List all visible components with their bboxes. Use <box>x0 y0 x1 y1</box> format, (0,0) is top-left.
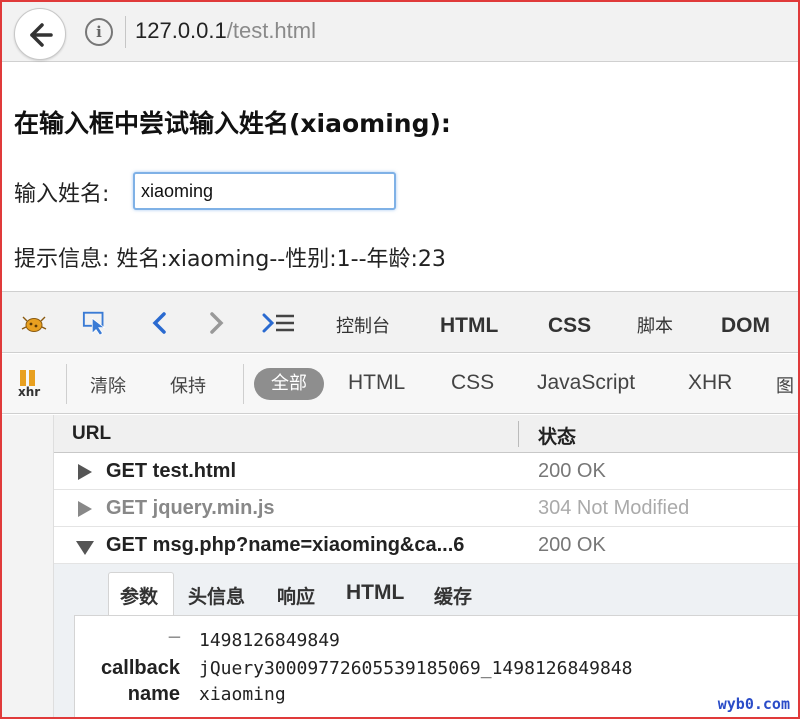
firebug-bug-icon[interactable] <box>20 310 48 336</box>
column-divider[interactable] <box>518 421 519 447</box>
name-input-label: 输入姓名: <box>14 182 110 207</box>
name-input[interactable] <box>133 172 396 210</box>
address-bar: i 127.0.0.1/test.html <box>2 2 798 62</box>
site-info-icon[interactable]: i <box>85 18 113 46</box>
url-host: 127.0.0.1 <box>135 18 227 43</box>
request-row-expanded[interactable]: GET msg.php?name=xiaoming&ca...6 200 OK <box>54 527 798 564</box>
request-status: 304 Not Modified <box>538 497 690 519</box>
param-value: 1498126849849 <box>199 630 340 651</box>
hint-message: 提示信息: 姓名:xiaoming--性别:1--年龄:23 <box>14 247 446 272</box>
back-button[interactable] <box>14 8 66 60</box>
column-url-header[interactable]: URL <box>72 423 111 445</box>
request-list-gutter <box>2 415 54 717</box>
watermark: wyb0.com <box>717 695 790 713</box>
url-field[interactable]: 127.0.0.1/test.html <box>135 18 316 44</box>
detail-tab-params[interactable]: 参数 <box>120 582 158 609</box>
request-url: GET msg.php?name=xiaoming&ca...6 <box>106 534 465 556</box>
tab-css[interactable]: CSS <box>548 314 591 338</box>
clear-button[interactable]: 清除 <box>90 372 126 398</box>
request-list-header: URL 状态 <box>54 415 798 453</box>
tab-console[interactable]: 控制台 <box>336 312 390 338</box>
filter-all-button[interactable]: 全部 <box>254 368 324 400</box>
xhr-break-icon[interactable]: xhr <box>18 370 46 400</box>
request-url: GET jquery.min.js <box>106 497 275 519</box>
inspect-element-icon[interactable] <box>82 310 110 336</box>
filter-javascript-button[interactable]: JavaScript <box>537 371 635 395</box>
collapse-triangle-icon[interactable] <box>76 541 94 555</box>
detail-tab-response[interactable]: 响应 <box>277 582 315 609</box>
page-title: 在输入框中尝试输入姓名(xiaoming): <box>14 109 451 138</box>
request-status: 200 OK <box>538 534 606 556</box>
back-arrow-icon <box>30 23 53 47</box>
expand-triangle-icon[interactable] <box>78 464 92 480</box>
filter-css-button[interactable]: CSS <box>451 371 494 395</box>
expand-triangle-icon[interactable] <box>78 501 92 517</box>
persist-button[interactable]: 保持 <box>170 372 206 398</box>
request-status: 200 OK <box>538 460 606 482</box>
devtools-toolbar: 控制台 HTML CSS 脚本 DOM <box>2 291 798 353</box>
param-key: name <box>127 683 180 705</box>
tab-html[interactable]: HTML <box>440 314 498 338</box>
tab-dom[interactable]: DOM <box>721 314 770 338</box>
detail-tab-headers[interactable]: 头信息 <box>188 582 245 609</box>
address-divider <box>125 16 126 48</box>
tab-script[interactable]: 脚本 <box>637 312 673 338</box>
net-filter-bar: xhr 清除 保持 全部 HTML CSS JavaScript XHR 图 <box>2 354 798 414</box>
request-url: GET test.html <box>106 460 237 482</box>
command-line-icon[interactable] <box>262 310 296 336</box>
chevron-left-icon[interactable] <box>146 310 174 336</box>
filter-xhr-button[interactable]: XHR <box>688 371 732 395</box>
param-key: _ <box>168 618 180 640</box>
request-row[interactable]: GET test.html 200 OK <box>54 453 798 490</box>
param-value: xiaoming <box>199 684 286 705</box>
chevron-right-icon[interactable] <box>202 310 230 336</box>
column-status-header[interactable]: 状态 <box>538 422 576 449</box>
xhr-icon-label: xhr <box>18 385 41 399</box>
param-key: callback <box>101 657 180 679</box>
filter-divider <box>243 364 244 404</box>
params-table: _ 1498126849849 callback jQuery300097726… <box>74 615 798 717</box>
detail-tab-html[interactable]: HTML <box>346 581 404 605</box>
request-detail-panel: 参数 头信息 响应 HTML 缓存 _ 1498126849849 callba… <box>54 564 798 717</box>
param-value: jQuery30009772605539185069_1498126849848 <box>199 658 633 679</box>
request-row[interactable]: GET jquery.min.js 304 Not Modified <box>54 490 798 527</box>
filter-divider <box>66 364 67 404</box>
filter-images-button[interactable]: 图 <box>776 372 794 398</box>
detail-tab-cache[interactable]: 缓存 <box>434 582 472 609</box>
filter-html-button[interactable]: HTML <box>348 371 405 395</box>
url-path: /test.html <box>226 18 316 43</box>
